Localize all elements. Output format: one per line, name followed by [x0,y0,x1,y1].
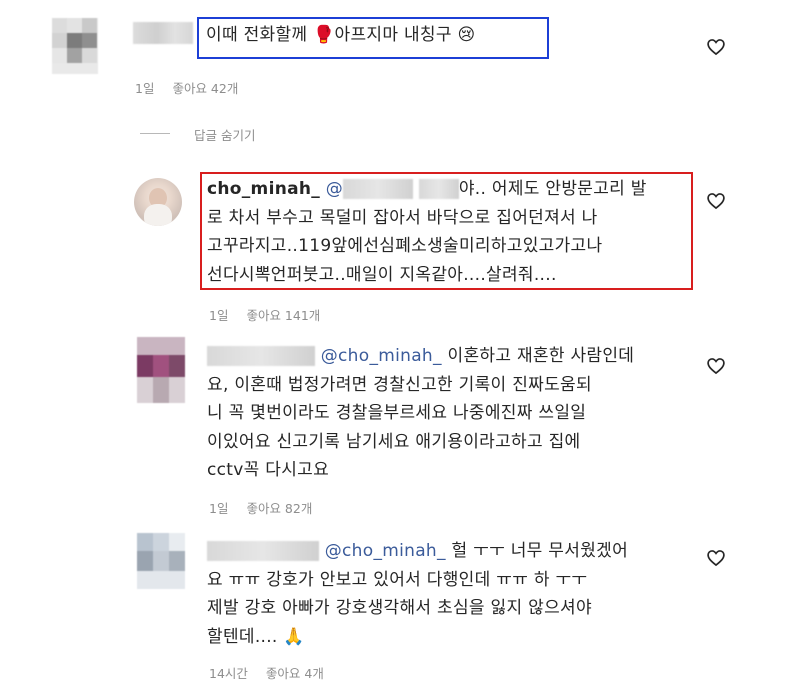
avatar[interactable] [52,18,98,74]
mention[interactable]: @cho_minah_ [321,346,442,366]
reply-line-1: 이혼하고 재혼한 사람인데 [441,346,635,366]
mention-prefix[interactable]: @ [326,179,343,199]
avatar[interactable] [134,178,182,226]
reply-line: 고꾸라지고..119앞에선심폐소생술미리하고있고가고나 [207,236,603,256]
comment-meta: 1일 좋아요 42개 [135,78,252,97]
avatar[interactable] [137,533,185,589]
reply-time: 14시간 [209,666,248,681]
username-redacted[interactable] [133,22,193,44]
reply-text: @cho_minah_ 이혼하고 재혼한 사람인데 요, 이혼때 법정가려면 경… [207,342,634,485]
reply-text: @cho_minah_ 헐 ㅜㅜ 너무 무서웠겠어 요 ㅠㅠ 강호가 안보고 있… [207,537,628,651]
reply-line-1: 헐 ㅜㅜ 너무 무서웠겠어 [445,541,629,561]
comment-time: 1일 [135,81,155,96]
reply-line: 로 차서 부수고 목덜미 잡아서 바닥으로 집어던져서 나 [207,207,598,228]
reply-line: 제발 강호 아빠가 강호생각해서 초심을 잃지 않으셔야 [207,598,592,618]
reply-line: 요, 이혼때 법정가려면 경찰신고한 기록이 진짜도움되 [207,374,592,395]
comment-text: 이때 전화할께 🥊아프지마 내칭구 😢 [206,25,476,45]
heart-outline-icon[interactable] [706,356,726,376]
username-redacted[interactable] [207,346,315,366]
username-redacted[interactable] [207,541,319,561]
reply-line: 할텐데.... 🙏 [207,626,305,647]
reply-meta: 1일 좋아요 82개 [209,498,326,517]
reply-username[interactable]: cho_minah_ [207,179,320,199]
mention-redacted [343,179,414,199]
avatar[interactable] [137,337,185,403]
reply-line-1: 야.. 어제도 안방문고리 발 [458,179,647,199]
heart-outline-icon[interactable] [706,191,726,211]
reply-line: 요 ㅠㅠ 강호가 안보고 있어서 다행인데 ㅠㅠ 하 ㅜㅜ [207,569,588,590]
reply-likes[interactable]: 좋아요 82개 [246,501,312,516]
reply-meta: 14시간 좋아요 4개 [209,663,338,682]
hide-replies-line [140,133,170,134]
reply-line: 선다시뽁언퍼붓고..매일이 지옥같아....살려줘.... [207,264,557,285]
reply-time: 1일 [209,308,229,323]
reply-text: cho_minah_ @ 야.. 어제도 안방문고리 발 로 차서 부수고 목덜… [207,175,647,289]
reply-likes[interactable]: 좋아요 141개 [246,308,320,323]
heart-outline-icon[interactable] [706,37,726,57]
mention[interactable]: @cho_minah_ [325,541,446,561]
reply-meta: 1일 좋아요 141개 [209,305,334,324]
mention-redacted [418,179,459,199]
heart-outline-icon[interactable] [706,548,726,568]
reply-line: cctv꼭 다시고요 [207,460,330,480]
reply-time: 1일 [209,501,229,516]
reply-line: 니 꼭 몇번이라도 경찰을부르세요 나중에진짜 쓰일일 [207,403,587,423]
reply-likes[interactable]: 좋아요 4개 [266,666,324,681]
reply-line: 이있어요 신고기록 남기세요 애기용이라고하고 집에 [207,431,581,452]
hide-replies-button[interactable]: 답글 숨기기 [194,125,255,144]
comment-likes[interactable]: 좋아요 42개 [172,81,238,96]
